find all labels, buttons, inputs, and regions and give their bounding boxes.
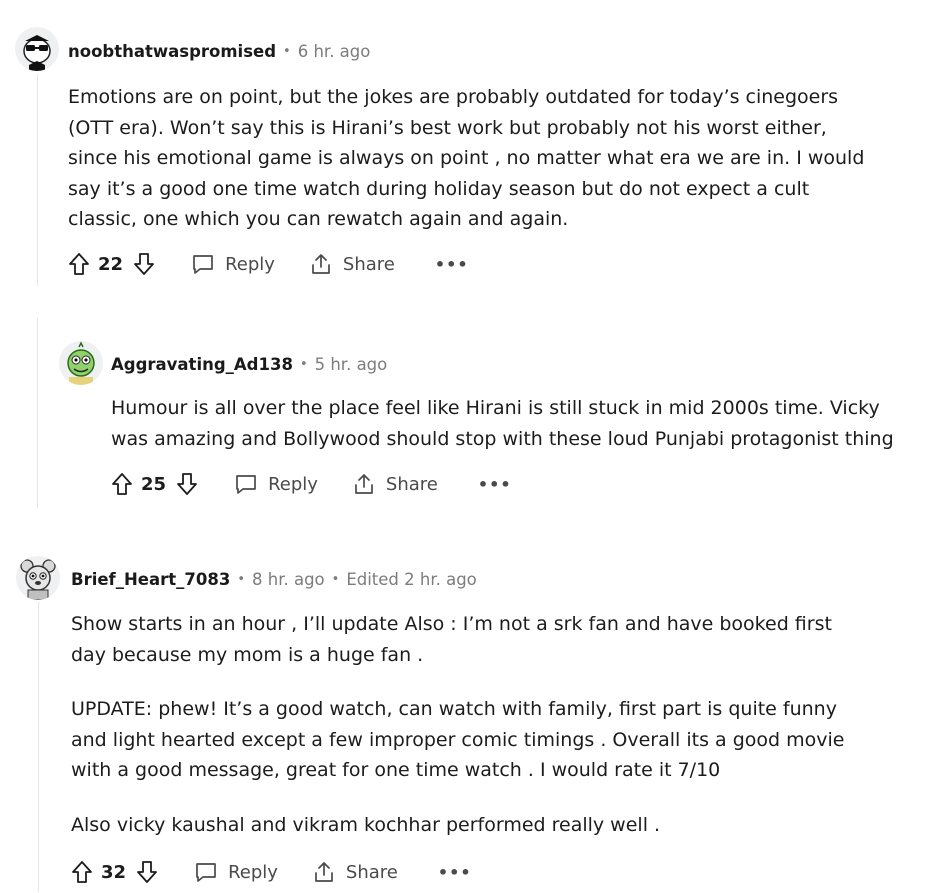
vote-score: 32 [101,861,127,883]
timestamp[interactable]: 5 hr. ago [315,355,388,374]
share-icon [355,474,373,494]
separator-dot: • [331,572,340,587]
comment-header: Brief_Heart_7083 • 8 hr. ago • Edited 2 … [71,570,477,589]
arrow-up-icon [69,253,89,275]
share-label: Share [345,861,398,883]
comment-header: Aggravating_Ad138 • 5 hr. ago [111,355,387,374]
separator-dot: • [283,44,291,59]
upvote-button[interactable] [66,249,92,279]
reply-label: Reply [268,473,318,495]
comment-header: noobthatwaspromised • 6 hr. ago [68,42,370,61]
timestamp[interactable]: 8 hr. ago [252,570,325,589]
comment-actions: 25 Reply Share ••• [109,469,512,499]
comment-body: Show starts in an hour , I’ll update Als… [71,609,871,840]
reply-button[interactable]: Reply [194,861,278,883]
more-options-icon[interactable]: ••• [435,255,469,274]
comment-text: Emotions are on point, but the jokes are… [68,86,865,230]
share-icon [315,862,333,882]
separator-dot: • [299,357,308,372]
more-options-icon[interactable]: ••• [438,863,472,882]
separator-dot: • [237,572,245,587]
comment-actions: 22 Reply Share ••• [66,249,469,279]
arrow-down-icon [134,253,154,275]
username[interactable]: Brief_Heart_7083 [71,570,230,589]
vote-score: 22 [98,253,124,275]
downvote-button[interactable] [131,249,157,279]
reply-button[interactable]: Reply [191,253,275,275]
share-label: Share [342,253,395,275]
thread-line[interactable] [37,74,38,286]
comment-actions: 32 Reply Share ••• [69,857,472,887]
share-label: Share [385,473,438,495]
edited-timestamp[interactable]: Edited 2 hr. ago [346,570,476,589]
reply-label: Reply [225,253,275,275]
timestamp[interactable]: 6 hr. ago [298,42,371,61]
thread-line[interactable] [37,318,38,508]
vote-score: 25 [141,473,167,495]
share-button[interactable]: Share [312,860,398,884]
share-icon [312,254,330,274]
share-button[interactable]: Share [309,252,395,276]
reply-bubble-icon [193,255,213,274]
user-avatar[interactable] [15,27,59,71]
upvote-button[interactable] [69,857,95,887]
username[interactable]: noobthatwaspromised [68,42,276,61]
arrow-down-icon [137,861,157,883]
user-avatar[interactable] [16,556,60,600]
more-options-icon[interactable]: ••• [478,475,512,494]
share-button[interactable]: Share [352,472,438,496]
comment-body: Emotions are on point, but the jokes are… [68,82,868,235]
arrow-down-icon [177,473,197,495]
downvote-button[interactable] [174,469,200,499]
comment-text: UPDATE: phew! It’s a good watch, can wat… [71,698,845,781]
comment-text: Humour is all over the place feel like H… [111,397,894,450]
upvote-button[interactable] [109,469,135,499]
comment-body: Humour is all over the place feel like H… [111,393,916,454]
reply-button[interactable]: Reply [234,473,318,495]
reply-label: Reply [228,861,278,883]
reply-bubble-icon [236,475,256,494]
arrow-up-icon [112,473,132,495]
comment-text: Show starts in an hour , I’ll update Als… [71,613,832,666]
reply-bubble-icon [196,863,216,882]
thread-line[interactable] [38,602,39,892]
comment-text: Also vicky kaushal and vikram kochhar pe… [71,813,661,836]
user-avatar[interactable] [59,341,103,385]
downvote-button[interactable] [134,857,160,887]
username[interactable]: Aggravating_Ad138 [111,355,293,374]
arrow-up-icon [72,861,92,883]
